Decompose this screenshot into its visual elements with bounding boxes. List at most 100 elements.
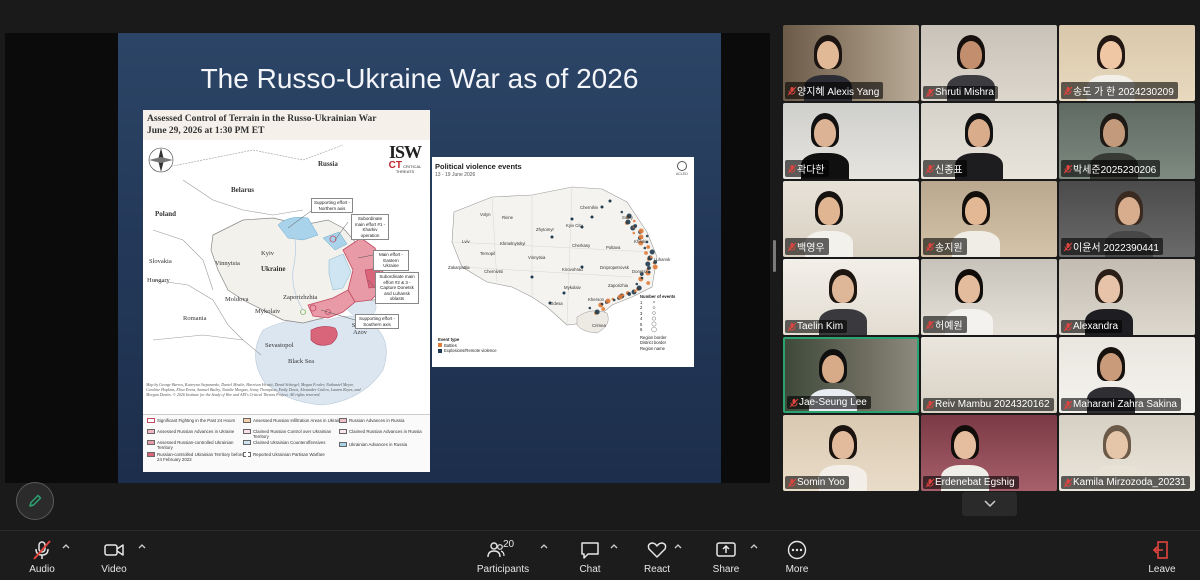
label-crimea: Crimea [592,323,606,328]
event-dot [647,270,651,274]
participants-button[interactable]: 20 Participants [474,531,532,580]
participant-tile[interactable]: 송도 가 한 2024230209 [1059,25,1195,101]
muted-mic-icon [787,86,797,95]
audio-label: Audio [29,564,55,575]
participant-name: Shruti Mishra [935,87,994,98]
muted-mic-icon [787,164,797,173]
participant-tile[interactable]: Somin Yoo [783,415,919,491]
more-label: More [785,564,809,575]
participant-name-label: Erdenebat Egshig [923,476,1019,489]
event-dot [652,264,658,270]
muted-mic-icon [787,242,797,251]
event-dot [632,219,636,223]
label-belarus: Belarus [231,186,254,194]
legend-item: Claimed Ukrainian Counteroffensives [243,440,343,445]
isw-map-legend: Significant Fighting in the Past 24 Hour… [143,414,430,472]
more-button[interactable]: More [781,531,813,580]
label-lviv: Lviv [462,239,470,244]
participant-tile[interactable]: Taelin Kim [783,259,919,335]
label-chernihiv: Chernihiv [580,205,599,210]
share-options-caret-icon[interactable] [749,541,759,551]
participant-name-label: 송지원 [923,238,967,255]
event-dot [600,205,604,209]
label-vinnytsia-acled: Vinnytsia [528,255,546,260]
participant-name-label: 이윤서 2022390441 [1061,238,1163,255]
acled-map-title: Political violence events [435,162,522,171]
event-dot [646,245,651,249]
participants-options-caret-icon[interactable] [539,541,549,551]
label-zakarpattia: Zakarpattia [448,265,470,270]
event-dot [530,275,534,279]
event-dot [620,210,624,214]
chevron-down-icon [983,500,996,508]
isw-map-header: Assessed Control of Terrain in the Russo… [143,110,430,140]
participant-tile[interactable]: 양지혜 Alexis Yang [783,25,919,101]
acled-logo-icon [677,161,687,171]
chat-options-caret-icon[interactable] [609,541,619,551]
shared-screen: The Russo-Ukraine War as of 2026 Assesse… [5,33,770,483]
muted-mic-icon [925,478,935,487]
muted-mic-icon [925,320,935,329]
participant-tile[interactable]: 신종표 [921,103,1057,179]
participant-name-label: 송도 가 한 2024230209 [1061,82,1178,99]
annotate-button[interactable] [16,482,54,520]
legend-item: Russian-controlled Ukrainian Territory b… [147,452,247,462]
participant-tile[interactable]: 이윤서 2022390441 [1059,181,1195,257]
video-button[interactable]: Video [96,531,132,580]
isw-logo: ISW CT CRITICAL THREATS [384,142,426,174]
participant-name-label: 박세준2025230206 [1061,160,1161,177]
isw-map-title: Assessed Control of Terrain in the Russo… [147,114,377,124]
acled-map-subtitle: 13 - 19 June 2026 [435,172,476,178]
participant-tile[interactable]: 곽다한 [783,103,919,179]
event-dot [635,282,639,286]
event-dot [649,255,653,259]
participant-name-label: 백영우 [785,238,829,255]
participant-tile[interactable]: Erdenebat Egshig [921,415,1057,491]
participant-tile[interactable]: 박세준2025230206 [1059,103,1195,179]
acled-logo: ACLED [674,161,690,176]
chat-button[interactable]: Chat [574,531,606,580]
participant-name: Reiv Mambu 2024320162 [935,399,1050,410]
participant-name: 곽다한 [797,165,825,176]
audio-options-caret-icon[interactable] [61,541,71,551]
muted-mic-icon [925,88,935,97]
event-dot [612,298,616,302]
label-kyiv-city: Kyiv City [566,223,583,228]
participant-tile[interactable]: 허예원 [921,259,1057,335]
muted-mic-icon [1063,164,1073,173]
participant-tile[interactable]: Jae-Seung Lee [783,337,919,413]
audio-button[interactable]: Audio [22,531,62,580]
participant-tile[interactable]: Maharani Zahra Sakina [1059,337,1195,413]
event-dot [645,261,651,267]
participant-tile[interactable]: Reiv Mambu 2024320162 [921,337,1057,413]
leave-label: Leave [1148,564,1176,575]
participant-name: 송도 가 한 2024230209 [1073,87,1174,98]
participant-tile[interactable]: Alexandra [1059,259,1195,335]
event-dot [649,249,655,255]
participant-name-label: Jae-Seung Lee [787,396,871,409]
callout-eastern: Main effort - Eastern Ukraine [373,250,409,271]
event-dot [590,215,594,219]
participant-name-label: Reiv Mambu 2024320162 [923,398,1054,411]
participant-name-label: Alexandra [1061,320,1123,333]
gallery-expand-button[interactable] [962,492,1017,516]
participant-tile[interactable]: 송지원 [921,181,1057,257]
participant-name-label: 허예원 [923,316,967,333]
share-button[interactable]: Share [710,531,742,580]
legend-item: Assessed Russian Advances in Ukraine [147,429,247,434]
participant-gallery: 양지혜 Alexis Yang Shruti Mishra 송도 가 한 20242… [783,25,1198,492]
participant-tile[interactable]: Shruti Mishra [921,25,1057,101]
legend-item: Reported Ukrainian Partisan Warfare [243,452,343,457]
panel-splitter-handle[interactable] [773,240,776,272]
leave-button[interactable]: Leave [1145,531,1179,580]
label-dnipropetrovsk: Dnipropetrovsk [600,265,629,270]
react-options-caret-icon[interactable] [673,541,683,551]
isw-map-credits: Map by George Barros, Kateryna Stepanenk… [146,382,361,397]
participant-tile[interactable]: Kamila Mirzozoda_20231 [1059,415,1195,491]
muted-mic-icon [789,398,799,407]
video-options-caret-icon[interactable] [137,541,147,551]
label-kirovohrad: Kirovohrad [562,267,583,272]
react-button[interactable]: React [640,531,674,580]
participant-name-label: 신종표 [923,160,967,177]
participant-tile[interactable]: 백영우 [783,181,919,257]
